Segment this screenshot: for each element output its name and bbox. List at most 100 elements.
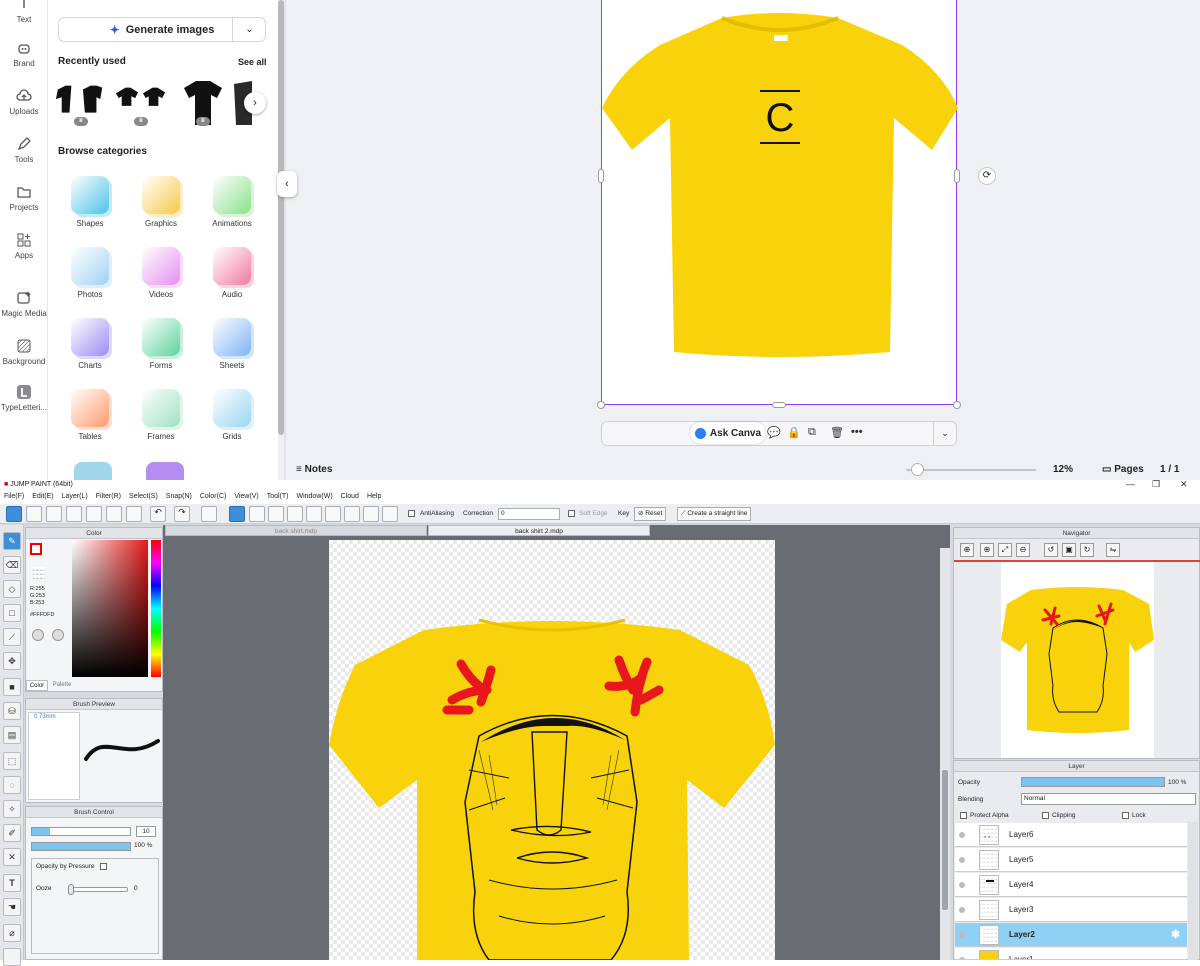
rail-item-typelettering[interactable]: TypeLetteri... xyxy=(0,384,48,412)
minimize-icon[interactable]: — xyxy=(1126,479,1135,489)
saturation-value-picker[interactable] xyxy=(72,540,148,677)
layer-row-layer4[interactable]: Layer4 xyxy=(955,873,1187,897)
resize-handle[interactable] xyxy=(772,402,786,408)
visibility-eye-icon[interactable] xyxy=(959,882,965,888)
straight-line-button[interactable]: ⟋ Create a straight line xyxy=(677,507,752,521)
close-icon[interactable]: ✕ xyxy=(1180,479,1188,489)
layer-row-layer2[interactable]: Layer2 ✱ xyxy=(955,923,1187,947)
opacity-by-pressure-checkbox[interactable] xyxy=(100,863,108,870)
bucket-tool[interactable]: ⛁ xyxy=(3,702,21,720)
see-all-link[interactable]: See all xyxy=(238,57,267,67)
zoom-value[interactable]: 12% xyxy=(1053,464,1073,475)
collapse-panel-button[interactable]: ‹ xyxy=(277,171,297,197)
layer-row-layer6[interactable]: * * Layer6 xyxy=(955,823,1187,847)
category-frames[interactable]: Frames xyxy=(129,389,193,441)
zoom-slider-track[interactable] xyxy=(906,469,1036,471)
undo-button[interactable]: ↶ xyxy=(150,506,166,522)
layer-row-layer5[interactable]: Layer5 xyxy=(955,848,1187,872)
fill-rect-tool[interactable]: ■ xyxy=(3,678,21,696)
menu-item[interactable]: Help xyxy=(367,493,381,500)
category-forms[interactable]: Forms xyxy=(129,318,193,370)
primary-color-swatch[interactable] xyxy=(30,543,42,555)
tool-button[interactable] xyxy=(86,506,102,522)
lasso-tool[interactable]: ◌ xyxy=(3,776,21,794)
category-sheets[interactable]: Sheets xyxy=(200,318,264,370)
menu-item[interactable]: Snap(N) xyxy=(166,493,192,500)
resize-handle[interactable] xyxy=(954,169,960,183)
layer-list-scrollbar[interactable] xyxy=(1188,822,1198,960)
soft-edge-checkbox[interactable] xyxy=(568,510,575,517)
visibility-eye-icon[interactable] xyxy=(959,907,965,913)
maximize-icon[interactable]: ❐ xyxy=(1152,479,1160,489)
category-graphics[interactable]: Graphics xyxy=(129,176,193,228)
eraser-alt-tool[interactable]: ◇ xyxy=(3,580,21,598)
rail-item-text[interactable]: Text xyxy=(0,0,48,24)
gradient-tool[interactable]: ▤ xyxy=(3,726,21,744)
tool-button[interactable] xyxy=(249,506,265,522)
layer-settings-gear-icon[interactable]: ✱ xyxy=(1171,923,1180,947)
antialiasing-checkbox[interactable] xyxy=(408,510,415,517)
canvas-scroll-thumb[interactable] xyxy=(942,770,948,910)
opacity-by-pressure-row[interactable]: Opacity by Pressure xyxy=(36,863,110,870)
visibility-eye-icon[interactable] xyxy=(959,857,965,863)
magic-wand-tool[interactable]: ✧ xyxy=(3,800,21,818)
lock-row[interactable]: Lock xyxy=(1122,812,1146,819)
ooze-slider[interactable] xyxy=(70,887,128,892)
lock-checkbox[interactable] xyxy=(1122,812,1129,819)
eyedropper-tool[interactable]: ⌀ xyxy=(3,924,21,942)
transparent-color-swatch[interactable] xyxy=(33,567,45,579)
menu-item[interactable]: Select(S) xyxy=(129,493,158,500)
resize-handle[interactable] xyxy=(598,169,604,183)
tab-document-1[interactable]: back shirt.mdp xyxy=(165,525,427,536)
hue-slider[interactable] xyxy=(151,540,161,677)
category-grids[interactable]: Grids xyxy=(200,389,264,441)
menu-item[interactable]: Edit(E) xyxy=(32,493,53,500)
rail-item-uploads[interactable]: Uploads xyxy=(0,88,48,116)
category-audio[interactable]: Audio xyxy=(200,247,264,299)
category-charts[interactable]: Charts xyxy=(58,318,122,370)
zoom-out-icon[interactable]: ⊖ xyxy=(1016,543,1030,557)
menu-item[interactable]: Layer(L) xyxy=(62,493,88,500)
layer-row-layer1[interactable]: Layer1 xyxy=(955,948,1187,960)
ask-canva-button[interactable]: Ask Canva xyxy=(690,422,766,444)
category-animations[interactable]: Animations xyxy=(200,176,264,228)
color-picker-icon[interactable] xyxy=(52,629,64,641)
lock-icon[interactable]: 🔒 xyxy=(787,426,801,439)
menu-item[interactable]: Window(W) xyxy=(296,493,332,500)
eraser-tool[interactable]: ⌫ xyxy=(3,556,21,574)
resize-handle[interactable] xyxy=(597,401,605,409)
category-photos[interactable]: Photos xyxy=(58,247,122,299)
tool-button[interactable] xyxy=(106,506,122,522)
tool-button[interactable] xyxy=(325,506,341,522)
rail-item-magic-media[interactable]: Magic Media xyxy=(0,290,48,318)
visibility-eye-icon[interactable] xyxy=(959,932,965,938)
visibility-eye-icon[interactable] xyxy=(959,832,965,838)
zoom-in-alt-icon[interactable]: ⊕ xyxy=(980,543,994,557)
tool-button[interactable] xyxy=(26,506,42,522)
menu-item[interactable]: Cloud xyxy=(341,493,359,500)
line-tool[interactable]: ⟋ xyxy=(3,628,21,646)
tool-button[interactable] xyxy=(268,506,284,522)
tool-button[interactable] xyxy=(66,506,82,522)
category-videos[interactable]: Videos xyxy=(129,247,193,299)
flip-icon[interactable]: ⇋ xyxy=(1106,543,1120,557)
category-shapes[interactable]: Shapes xyxy=(58,176,122,228)
rotate-button[interactable]: ⟳ xyxy=(978,167,996,185)
menu-item[interactable]: File(F) xyxy=(4,493,24,500)
category-partial[interactable] xyxy=(146,462,184,480)
zoom-slider-knob[interactable] xyxy=(911,463,924,476)
recent-item[interactable]: ♛ xyxy=(114,78,168,128)
tool-button[interactable] xyxy=(382,506,398,522)
brush-size-value[interactable]: 10 xyxy=(136,826,156,837)
correction-input[interactable]: 0 xyxy=(498,508,560,520)
recent-item[interactable]: ♛ xyxy=(54,78,108,128)
design-page[interactable]: C xyxy=(601,0,958,405)
rail-item-tools[interactable]: Tools xyxy=(0,136,48,164)
category-tables[interactable]: Tables xyxy=(58,389,122,441)
paint-artboard[interactable] xyxy=(329,540,775,961)
menu-item[interactable]: Tool(T) xyxy=(267,493,289,500)
tab-color[interactable]: Color xyxy=(26,680,48,691)
tool-button[interactable] xyxy=(344,506,360,522)
tool-button[interactable] xyxy=(363,506,379,522)
more-icon[interactable]: ••• xyxy=(851,426,863,438)
